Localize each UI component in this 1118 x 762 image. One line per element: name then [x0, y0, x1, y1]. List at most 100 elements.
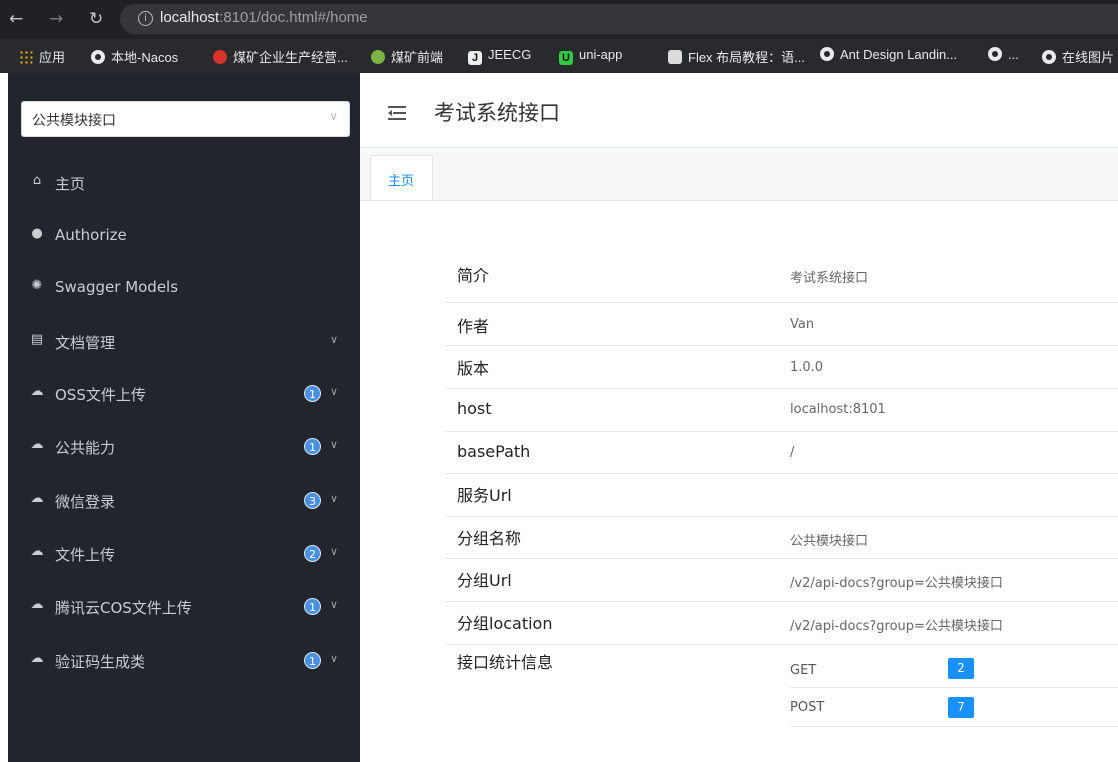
back-icon[interactable]: ← [9, 8, 23, 30]
info-key: 分组location [457, 614, 553, 633]
bookmark-ant-design[interactable]: Ant Design Landin... [820, 47, 957, 62]
reload-icon[interactable]: ↻ [89, 8, 103, 30]
group-select-value: 公共模块接口 [32, 113, 116, 129]
globe-icon [91, 50, 105, 64]
chevron-down-icon: ∨ [330, 545, 339, 558]
count-badge: 1 [304, 598, 321, 615]
cloud-icon: ☁ [30, 437, 44, 452]
info-key: basePath [457, 442, 531, 461]
tab-label: 主页 [388, 174, 415, 189]
sidebar-item-wechat-login[interactable]: ☁ 微信登录 3 ∨ [8, 475, 360, 527]
count-badge: 1 [304, 385, 321, 402]
bookmark-more[interactable]: ... [988, 47, 1019, 62]
globe-icon [1042, 50, 1056, 64]
menu-collapse-icon[interactable] [388, 106, 406, 120]
info-row-service-url: 服务Url [445, 474, 1118, 517]
home-icon: ⌂ [32, 173, 42, 188]
http-method: GET [790, 663, 817, 678]
group-select[interactable]: 公共模块接口 ∨ [21, 101, 350, 137]
bookmark-flex[interactable]: Flex 布局教程：语... [668, 47, 805, 66]
sidebar-item-label: 微信登录 [55, 493, 116, 511]
sidebar-item-tencent-cos-upload[interactable]: ☁ 腾讯云COS文件上传 1 ∨ [8, 581, 360, 633]
tabs-bar: 主页 [360, 148, 1118, 201]
bookmarks-bar: 应用 本地-Nacos 煤矿企业生产经营... 煤矿前端 J JEECG Uuni… [0, 39, 1118, 73]
globe-icon [820, 47, 834, 61]
chevron-down-icon: ∨ [330, 598, 339, 611]
info-row-host: host localhost:8101 [445, 389, 1118, 432]
info-key: 接口统计信息 [457, 653, 554, 672]
count-badge: 2 [948, 658, 974, 679]
chevron-down-icon: ∨ [330, 438, 339, 451]
sidebar-item-label: 文件上传 [55, 546, 116, 564]
bookmark-nacos[interactable]: 本地-Nacos [91, 47, 178, 66]
info-key: host [457, 399, 492, 418]
sidebar-item-doc-management[interactable]: ▤ 文档管理 ∨ [8, 316, 360, 368]
count-badge: 3 [304, 492, 321, 509]
sidebar-item-label: 公共能力 [55, 439, 116, 457]
info-row-basepath: basePath / [445, 432, 1118, 474]
sidebar-item-swagger-models[interactable]: ✺ Swagger Models [8, 262, 360, 314]
info-row-version: 版本 1.0.0 [445, 346, 1118, 389]
models-icon: ✺ [31, 278, 43, 293]
sidebar-item-oss-upload[interactable]: ☁ OSS文件上传 1 ∨ [8, 368, 360, 420]
bookmark-online-image[interactable]: 在线图片 [1042, 47, 1114, 66]
info-icon[interactable]: i [138, 11, 153, 26]
sidebar-item-label: 腾讯云COS文件上传 [55, 599, 192, 617]
sidebar-item-file-upload[interactable]: ☁ 文件上传 2 ∨ [8, 528, 360, 580]
tab-home[interactable]: 主页 [370, 155, 433, 200]
sidebar: 公共模块接口 ∨ ⌂ 主页 ● Authorize ✺ Swagger Mode… [8, 73, 360, 762]
globe-icon [988, 47, 1002, 61]
count-badge: 2 [304, 545, 321, 562]
browser-toolbar: ← → ↻ i localhost:8101/doc.html#/home [0, 0, 1118, 39]
info-row-group-location: 分组location /v2/api-docs?group=公共模块接口 [445, 602, 1118, 645]
sidebar-item-common-ability[interactable]: ☁ 公共能力 1 ∨ [8, 421, 360, 473]
info-value: 1.0.0 [790, 360, 824, 375]
chevron-down-icon: ∨ [329, 109, 338, 123]
page-title: 考试系统接口 [434, 101, 560, 125]
http-method: POST [790, 700, 825, 715]
uniapp-icon: U [559, 51, 573, 65]
info-key: 分组Url [457, 571, 512, 590]
count-badge: 7 [948, 697, 974, 718]
cloud-icon: ☁ [30, 384, 44, 399]
info-row-group-url: 分组Url /v2/api-docs?group=公共模块接口 [445, 559, 1118, 602]
cloud-icon: ☁ [30, 597, 44, 612]
jeecg-icon: J [468, 51, 482, 65]
sidebar-item-label: Authorize [55, 226, 127, 244]
content-header: 考试系统接口 [360, 73, 1118, 148]
bookmark-apps[interactable]: 应用 [19, 47, 65, 66]
sidebar-item-authorize[interactable]: ● Authorize [8, 210, 360, 262]
info-key: 版本 [457, 359, 490, 378]
cloud-icon: ☁ [30, 651, 44, 666]
sidebar-item-captcha[interactable]: ☁ 验证码生成类 1 ∨ [8, 635, 360, 687]
chevron-down-icon: ∨ [330, 385, 339, 398]
lock-icon: ● [31, 226, 43, 241]
info-key: 简介 [457, 266, 490, 285]
emblem-icon [213, 50, 227, 64]
bookmark-coal-enterprise[interactable]: 煤矿企业生产经营... [213, 47, 348, 66]
chevron-down-icon: ∨ [330, 492, 339, 505]
info-row-stats: 接口统计信息 GET 2 POST 7 [445, 645, 1118, 735]
sidebar-item-label: 主页 [55, 175, 86, 193]
bookmark-jeecg[interactable]: J JEECG [468, 47, 531, 65]
url-text[interactable]: localhost:8101/doc.html#/home [160, 9, 368, 26]
flex-icon [668, 50, 682, 64]
forward-icon[interactable]: → [49, 8, 63, 30]
cloud-icon: ☁ [30, 491, 44, 506]
site-icon [371, 50, 385, 64]
count-badge: 1 [304, 438, 321, 455]
info-row-description: 简介 考试系统接口 [445, 250, 1118, 303]
bookmark-uniapp[interactable]: Uuni-app [559, 47, 622, 65]
sidebar-item-label: 验证码生成类 [55, 653, 146, 671]
sidebar-item-home[interactable]: ⌂ 主页 [8, 157, 360, 209]
stat-row-post: POST 7 [790, 688, 1118, 727]
info-value: localhost:8101 [790, 402, 886, 417]
sidebar-item-label: Swagger Models [55, 278, 179, 296]
info-value: 考试系统接口 [790, 271, 869, 286]
info-row-group-name: 分组名称 公共模块接口 [445, 517, 1118, 559]
count-badge: 1 [304, 652, 321, 669]
sidebar-item-label: OSS文件上传 [55, 386, 146, 404]
chevron-down-icon: ∨ [330, 652, 339, 665]
doc-icon: ▤ [30, 332, 44, 347]
bookmark-coal-frontend[interactable]: 煤矿前端 [371, 47, 443, 66]
